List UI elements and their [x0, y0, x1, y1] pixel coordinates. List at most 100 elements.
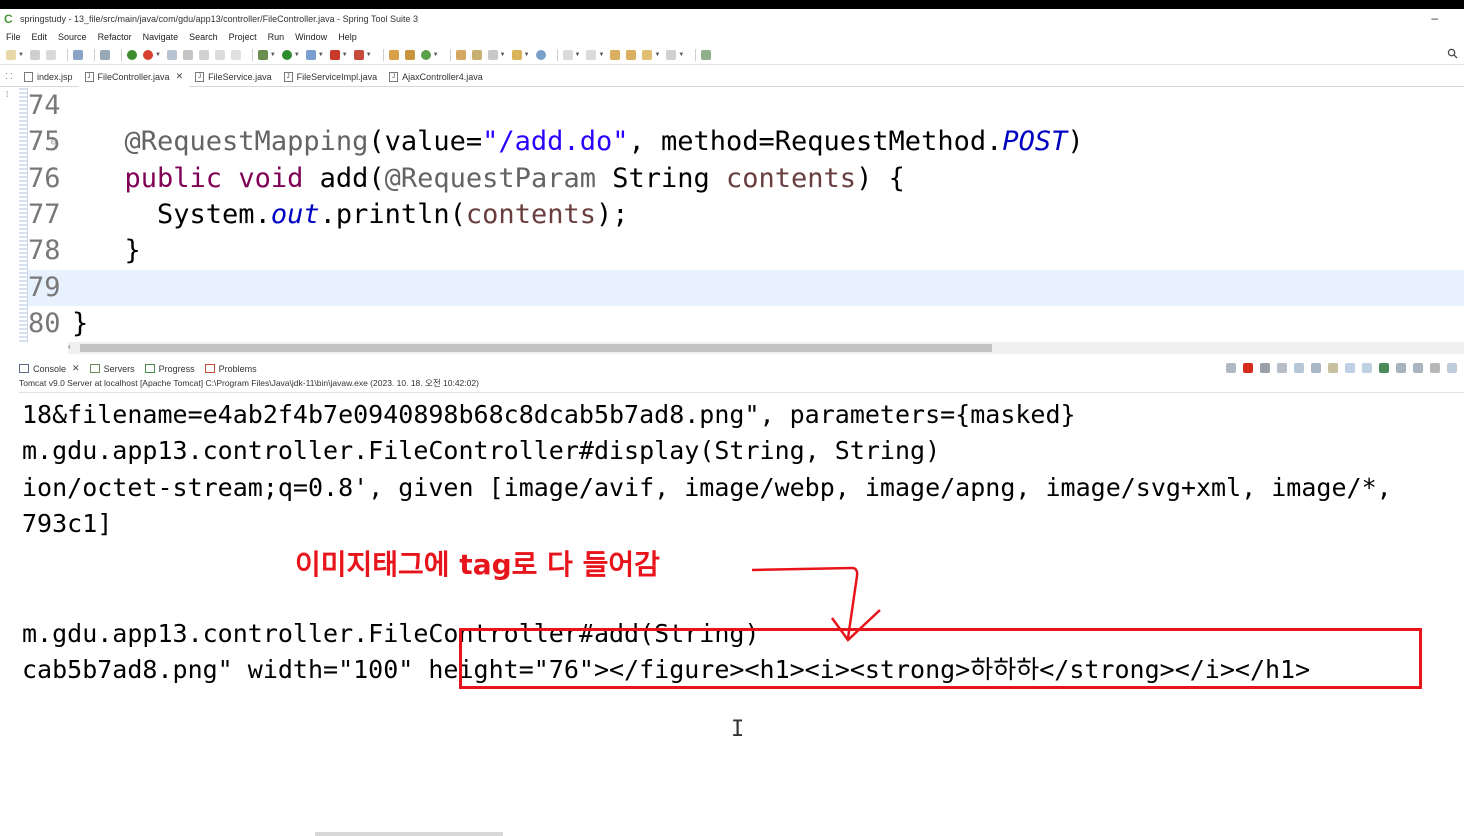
pen-icon[interactable]: [487, 49, 498, 60]
open-type-icon[interactable]: [455, 49, 466, 60]
chevron-down-icon[interactable]: ▼: [575, 52, 581, 58]
chevron-down-icon[interactable]: ▼: [318, 52, 324, 58]
tab-servers[interactable]: Servers: [89, 364, 135, 374]
tab-problems[interactable]: Problems: [204, 364, 257, 374]
prev-annotation-icon[interactable]: [586, 49, 597, 60]
tab-ajax-controller4[interactable]: J AjaxController4.java: [383, 67, 489, 87]
refresh-icon[interactable]: [142, 49, 153, 60]
code-line-79-current[interactable]: 79: [28, 270, 1464, 306]
new-package-icon[interactable]: [404, 49, 415, 60]
forward-icon[interactable]: [666, 49, 677, 60]
new-icon[interactable]: [6, 49, 16, 60]
back-icon[interactable]: [642, 49, 653, 60]
minimize-button[interactable]: –: [1431, 11, 1438, 25]
new-console-icon[interactable]: [1413, 363, 1423, 373]
minimize-view-icon[interactable]: [1430, 363, 1440, 373]
last-edit-icon[interactable]: [610, 49, 621, 60]
code-editor[interactable]: ⁞ 74 75⊖ @RequestMapping(value="/add.do"…: [0, 88, 1464, 342]
format-icon[interactable]: [198, 49, 209, 60]
external-tools-icon[interactable]: [305, 49, 316, 60]
next-annotation-icon[interactable]: [562, 49, 573, 60]
chevron-down-icon[interactable]: ▼: [342, 52, 348, 58]
menu-window[interactable]: Window: [295, 32, 327, 42]
menu-refactor[interactable]: Refactor: [98, 32, 132, 42]
search-icon[interactable]: [1447, 48, 1458, 59]
code-line-80[interactable]: 80}: [28, 306, 1464, 342]
chevron-down-icon[interactable]: ▼: [366, 52, 372, 58]
scrollbar-thumb[interactable]: [80, 344, 992, 352]
scroll-left-icon[interactable]: ‹: [68, 342, 71, 351]
chevron-down-icon[interactable]: ▼: [500, 52, 506, 58]
pin-console-icon[interactable]: [1379, 363, 1389, 373]
chevron-down-icon[interactable]: ▼: [433, 52, 439, 58]
forward-history-icon[interactable]: [626, 49, 637, 60]
new-class-icon[interactable]: [420, 49, 431, 60]
display-console-icon[interactable]: [1396, 363, 1406, 373]
maximize-view-icon[interactable]: [1447, 363, 1457, 373]
close-tab-icon[interactable]: ✕: [72, 363, 80, 374]
console-output[interactable]: 18&filename=e4ab2f4b7e0940898b68c8dcab5b…: [19, 392, 1464, 836]
server-start-icon[interactable]: [126, 49, 137, 60]
save-all-icon[interactable]: [45, 49, 56, 60]
show-stderr-icon[interactable]: [1362, 363, 1372, 373]
chevron-down-icon[interactable]: ▼: [598, 52, 604, 58]
tab-file-service[interactable]: J FileService.java: [189, 67, 278, 87]
chevron-down-icon[interactable]: ▼: [155, 52, 161, 58]
code-line-78[interactable]: 78 }: [28, 233, 1464, 269]
chevron-down-icon[interactable]: ▼: [654, 52, 660, 58]
chevron-down-icon[interactable]: ▼: [524, 52, 530, 58]
menu-search[interactable]: Search: [189, 32, 218, 42]
search-files-icon[interactable]: [511, 49, 522, 60]
menu-file[interactable]: File: [6, 32, 21, 42]
skip-breakpoints-icon[interactable]: [99, 49, 110, 60]
code-line-77[interactable]: 77 System.out.println(contents);: [28, 197, 1464, 233]
tab-progress[interactable]: Progress: [144, 364, 195, 374]
line-number: 75⊖: [28, 126, 61, 157]
chevron-down-icon[interactable]: ▼: [270, 52, 276, 58]
tab-index-jsp[interactable]: index.jsp: [18, 67, 79, 87]
menu-source[interactable]: Source: [58, 32, 87, 42]
tab-file-service-impl[interactable]: J FileServiceImpl.java: [278, 67, 384, 87]
tab-console[interactable]: Console ✕: [19, 363, 80, 374]
tab-file-controller[interactable]: J FileController.java ✕: [78, 66, 190, 87]
outline-icon[interactable]: [214, 49, 225, 60]
link-icon[interactable]: [182, 49, 193, 60]
word-wrap-icon[interactable]: [1328, 363, 1338, 373]
chevron-down-icon[interactable]: ▼: [678, 52, 684, 58]
stop-icon[interactable]: [329, 49, 340, 60]
terminate-icon[interactable]: [1243, 363, 1253, 373]
run-icon[interactable]: [281, 49, 292, 60]
code-line-76[interactable]: 76 public void add(@RequestParam String …: [28, 161, 1464, 197]
new-java-project-icon[interactable]: [388, 49, 399, 60]
open-perspective-icon[interactable]: [701, 49, 712, 60]
console-icon: [19, 364, 29, 373]
scroll-lock-icon[interactable]: [1311, 363, 1321, 373]
menu-project[interactable]: Project: [229, 32, 257, 42]
open-console-icon[interactable]: [72, 49, 83, 60]
remove-all-terminated-icon[interactable]: [1260, 363, 1270, 373]
clear-console-icon[interactable]: [1294, 363, 1304, 373]
menu-edit[interactable]: Edit: [32, 32, 48, 42]
problems-icon: [204, 364, 215, 373]
code-line-75[interactable]: 75⊖ @RequestMapping(value="/add.do", met…: [28, 124, 1464, 160]
globe-icon[interactable]: [535, 49, 546, 60]
view-menu-icon[interactable]: ⸬: [0, 71, 18, 82]
pin-icon[interactable]: [166, 49, 177, 60]
remove-launch-icon[interactable]: [1226, 363, 1236, 373]
debug-icon[interactable]: [257, 49, 268, 60]
remove-all-icon[interactable]: [1277, 363, 1287, 373]
menu-help[interactable]: Help: [338, 32, 357, 42]
chevron-down-icon[interactable]: ▼: [294, 52, 300, 58]
tab-label: FileServiceImpl.java: [296, 71, 378, 82]
menu-navigate[interactable]: Navigate: [143, 32, 179, 42]
chevron-down-icon[interactable]: ▼: [18, 52, 24, 58]
save-icon[interactable]: [29, 49, 40, 60]
editor-horizontal-scrollbar[interactable]: ‹: [68, 342, 1464, 354]
open-task-icon[interactable]: [471, 49, 482, 60]
menu-run[interactable]: Run: [268, 32, 285, 42]
paragraph-icon[interactable]: [230, 49, 241, 60]
show-stdout-icon[interactable]: [1345, 363, 1355, 373]
close-tab-icon[interactable]: ✕: [176, 71, 184, 82]
coverage-icon[interactable]: [353, 49, 364, 60]
code-line-74[interactable]: 74: [28, 88, 1464, 124]
